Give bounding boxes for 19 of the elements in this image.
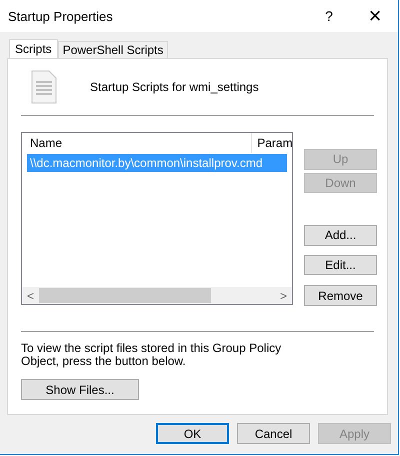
scroll-left-button[interactable]: <	[22, 287, 39, 304]
side-button[interactable]: Add...	[304, 225, 377, 246]
close-button[interactable]: ×	[352, 0, 398, 32]
column-header[interactable]: Name	[22, 133, 252, 153]
show-files-button[interactable]: Show Files...	[21, 379, 139, 400]
scrollbar-thumb[interactable]	[39, 288, 211, 303]
tab[interactable]: PowerShell Scripts	[58, 41, 168, 58]
window-title: Startup Properties	[8, 8, 114, 24]
column-header[interactable]: Param	[252, 133, 292, 153]
dialog-button[interactable]: Cancel	[237, 423, 310, 444]
tab[interactable]: Scripts	[9, 39, 58, 58]
script-file-icon	[31, 70, 57, 104]
info-text: To view the script files stored in this Group Policy Object, press the button below.	[21, 342, 282, 368]
side-button[interactable]: Edit...	[304, 254, 377, 276]
help-button[interactable]: ?	[306, 0, 352, 32]
scroll-right-button[interactable]: >	[275, 287, 292, 304]
side-button[interactable]: Remove	[304, 285, 377, 306]
dialog-button[interactable]: OK	[156, 423, 229, 444]
heading-text: Startup Scripts for wmi_settings	[90, 80, 259, 94]
